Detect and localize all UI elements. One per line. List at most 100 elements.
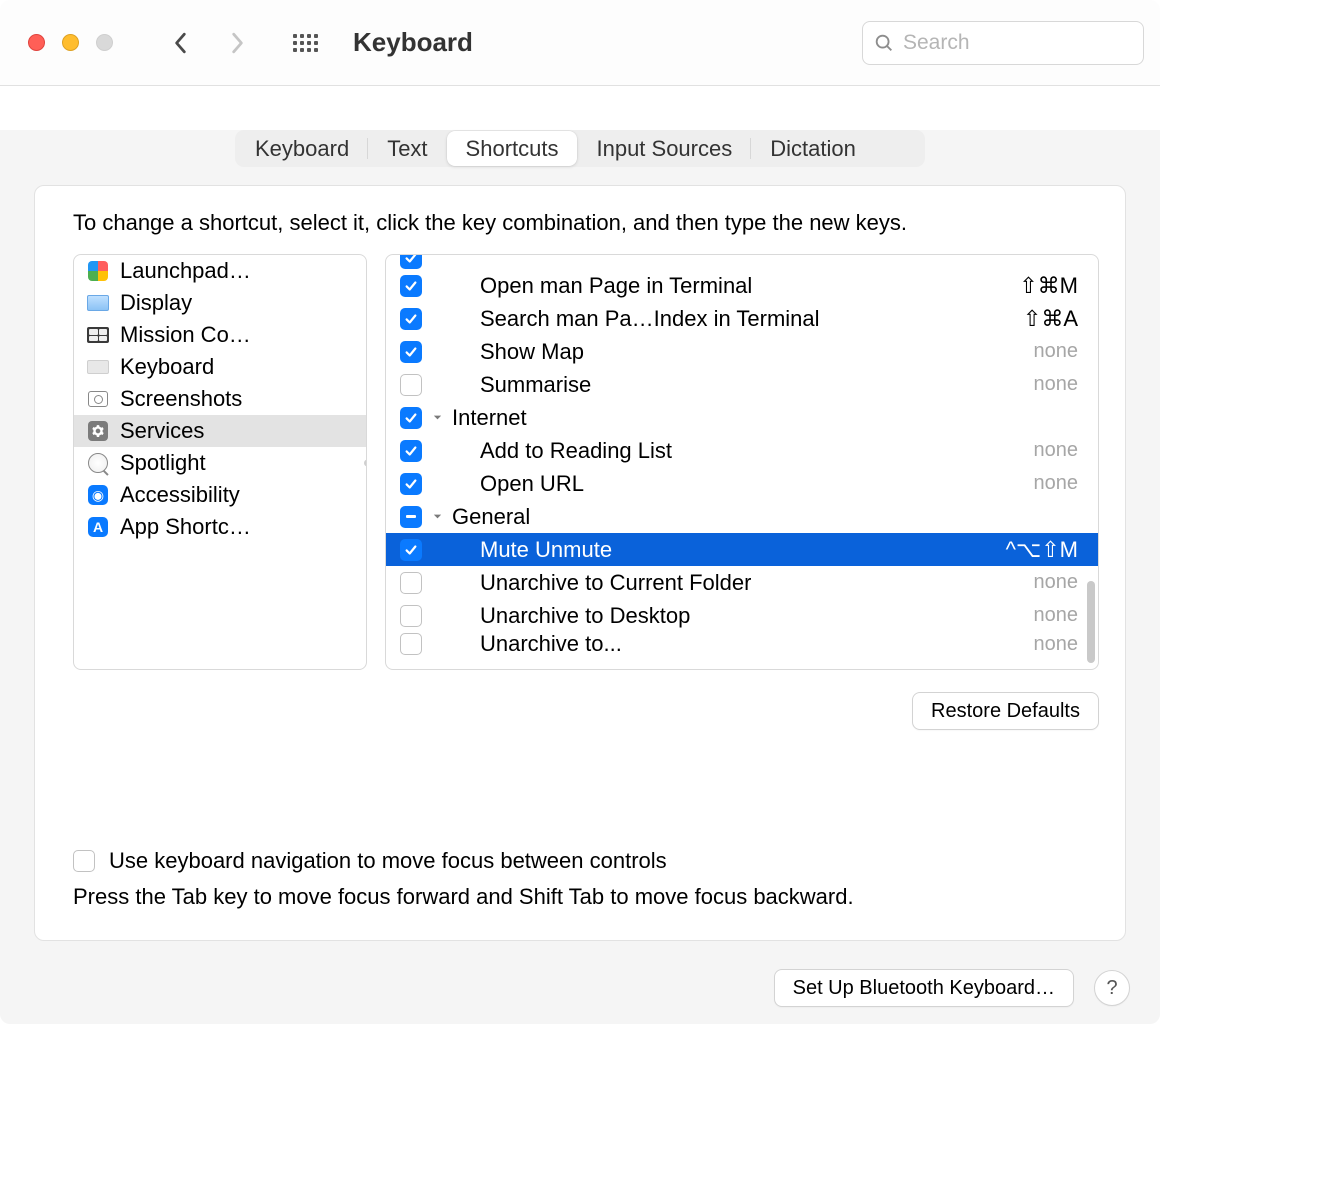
checkbox[interactable]: [400, 275, 422, 297]
window-controls: [28, 34, 113, 51]
shortcut-value[interactable]: none: [1034, 439, 1079, 462]
item-label: Unarchive to...: [480, 631, 622, 657]
keyboard-icon: [86, 356, 110, 378]
sidebar-item-accessibility[interactable]: ◉Accessibility: [74, 479, 366, 511]
sidebar-item-display[interactable]: Display: [74, 287, 366, 319]
titlebar: Keyboard: [0, 0, 1160, 86]
tab-bar: KeyboardTextShortcutsInput SourcesDictat…: [235, 130, 925, 167]
tab-keyboard[interactable]: Keyboard: [236, 131, 368, 166]
item-label: Summarise: [480, 372, 591, 398]
close-button[interactable]: [28, 34, 45, 51]
sidebar-item-label: Screenshots: [120, 386, 242, 412]
tab-dictation[interactable]: Dictation: [751, 131, 875, 166]
back-button[interactable]: [171, 29, 191, 57]
checkbox[interactable]: [400, 473, 422, 495]
maximize-button: [96, 34, 113, 51]
item-label: Add to Reading List: [480, 438, 672, 464]
spotlight-icon: [86, 452, 110, 474]
sidebar-item-services[interactable]: Services: [74, 415, 366, 447]
sidebar-item-label: Spotlight: [120, 450, 206, 476]
group-label: Internet: [452, 405, 527, 431]
shortcut-value[interactable]: none: [1034, 604, 1079, 627]
checkbox[interactable]: [400, 255, 422, 269]
shortcuts-pane: To change a shortcut, select it, click t…: [34, 185, 1126, 941]
sidebar-item-keyboard[interactable]: Keyboard: [74, 351, 366, 383]
shortcut-tree[interactable]: Show Info in FindernoneOpen man Page in …: [385, 254, 1099, 670]
shortcut-value[interactable]: none: [1034, 571, 1079, 594]
tree-group[interactable]: General: [386, 500, 1098, 533]
restore-defaults-button[interactable]: Restore Defaults: [912, 692, 1099, 730]
minimize-button[interactable]: [62, 34, 79, 51]
tree-row[interactable]: Add to Reading List none: [386, 434, 1098, 467]
sidebar-item-spotlight[interactable]: Spotlight: [74, 447, 366, 479]
help-button[interactable]: ?: [1094, 970, 1130, 1006]
scrollbar-thumb[interactable]: [1087, 581, 1095, 663]
tree-group[interactable]: Internet: [386, 401, 1098, 434]
checkbox[interactable]: [400, 308, 422, 330]
search-field[interactable]: [862, 21, 1144, 65]
checkbox[interactable]: [400, 539, 422, 561]
group-label: General: [452, 504, 530, 530]
sidebar-item-label: Mission Co…: [120, 322, 251, 348]
prefs-window: Keyboard KeyboardTextShortcutsInput Sour…: [0, 0, 1160, 1024]
sidebar-item-screenshots[interactable]: Screenshots: [74, 383, 366, 415]
nav-arrows: [171, 29, 247, 57]
shortcut-value[interactable]: none: [1034, 633, 1079, 656]
item-label: Search man Pa…Index in Terminal: [480, 306, 820, 332]
tab-text[interactable]: Text: [368, 131, 446, 166]
sidebar-item-mission[interactable]: Mission Co…: [74, 319, 366, 351]
content-area: KeyboardTextShortcutsInput SourcesDictat…: [0, 130, 1160, 1024]
tree-row[interactable]: Open man Page in Terminal ⇧⌘M: [386, 269, 1098, 302]
tree-row[interactable]: Mute Unmute^⌥⇧M: [386, 533, 1098, 566]
tab-input-sources[interactable]: Input Sources: [577, 131, 751, 166]
screenshots-icon: [86, 388, 110, 410]
chevron-down-icon[interactable]: [432, 412, 446, 423]
tree-row[interactable]: Unarchive to... none: [386, 632, 1098, 656]
item-label: Show Map: [480, 339, 584, 365]
kbnav-checkbox[interactable]: [73, 850, 95, 872]
display-icon: [86, 292, 110, 314]
indicator-dot: [364, 460, 366, 467]
search-input[interactable]: [903, 31, 1133, 55]
footer: Set Up Bluetooth Keyboard… ?: [0, 941, 1160, 1007]
item-label: Open man Page in Terminal: [480, 273, 752, 299]
kbnav-label: Use keyboard navigation to move focus be…: [109, 848, 667, 874]
kbnav-description: Press the Tab key to move focus forward …: [73, 884, 1089, 910]
sidebar-item-appshort[interactable]: AApp Shortc…: [74, 511, 366, 543]
sidebar-item-label: Accessibility: [120, 482, 240, 508]
item-label: Unarchive to Desktop: [480, 603, 690, 629]
all-prefs-grid-icon[interactable]: [293, 31, 317, 55]
checkbox[interactable]: [400, 407, 422, 429]
checkbox[interactable]: [400, 374, 422, 396]
bluetooth-keyboard-button[interactable]: Set Up Bluetooth Keyboard…: [774, 969, 1074, 1007]
mission-icon: [86, 324, 110, 346]
tree-row[interactable]: Open URL none: [386, 467, 1098, 500]
tree-row[interactable]: Summarise none: [386, 368, 1098, 401]
shortcut-value[interactable]: none: [1034, 340, 1079, 363]
tab-shortcuts[interactable]: Shortcuts: [447, 131, 578, 166]
checkbox[interactable]: [400, 633, 422, 655]
tree-row[interactable]: Search man Pa…Index in Terminal ⇧⌘A: [386, 302, 1098, 335]
checkbox[interactable]: [400, 506, 422, 528]
checkbox[interactable]: [400, 341, 422, 363]
shortcut-value[interactable]: none: [1034, 373, 1079, 396]
checkbox[interactable]: [400, 605, 422, 627]
tree-row[interactable]: Show Info in Findernone: [386, 255, 1098, 269]
forward-button: [227, 29, 247, 57]
tree-row[interactable]: Show Map none: [386, 335, 1098, 368]
category-sidebar[interactable]: Launchpad… Display Mission Co… Keyboard Scre…: [73, 254, 367, 670]
tree-row[interactable]: Unarchive to Current Foldernone: [386, 566, 1098, 599]
shortcut-value[interactable]: ⇧⌘A: [1023, 306, 1078, 332]
shortcut-value[interactable]: none: [1034, 472, 1079, 495]
checkbox[interactable]: [400, 440, 422, 462]
item-label: Open URL: [480, 471, 584, 497]
shortcut-value[interactable]: ⇧⌘M: [1019, 273, 1078, 299]
sidebar-item-launchpad[interactable]: Launchpad…: [74, 255, 366, 287]
launchpad-icon: [86, 260, 110, 282]
checkbox[interactable]: [400, 572, 422, 594]
sidebar-item-label: App Shortc…: [120, 514, 251, 540]
sidebar-item-label: Launchpad…: [120, 258, 251, 284]
shortcut-value[interactable]: ^⌥⇧M: [1006, 537, 1078, 563]
chevron-down-icon[interactable]: [432, 511, 446, 522]
tree-row[interactable]: Unarchive to Desktop none: [386, 599, 1098, 632]
